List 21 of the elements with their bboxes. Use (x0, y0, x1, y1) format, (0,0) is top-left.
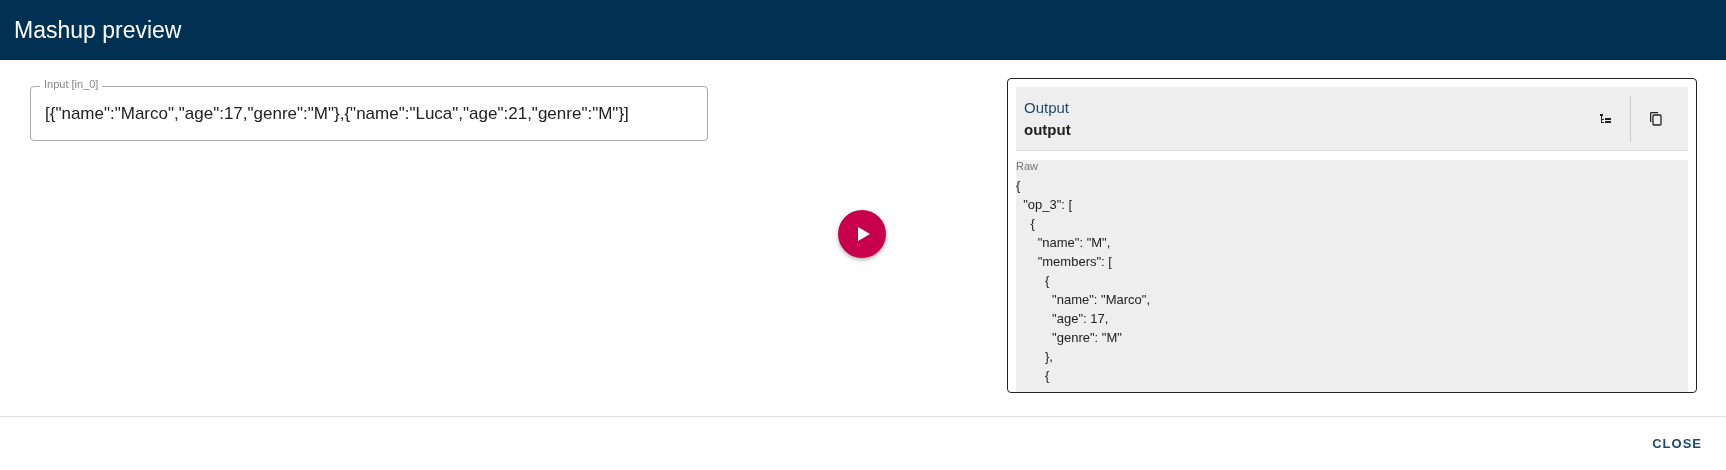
play-icon (856, 226, 871, 242)
code-line: "age": 17, (1051, 310, 1110, 328)
code-line: "name": "Marco", (1051, 291, 1152, 309)
close-button[interactable]: CLOSE (1644, 430, 1710, 457)
code-line: { (1029, 215, 1036, 233)
dialog-title: Mashup preview (14, 16, 182, 44)
output-name: output (1024, 121, 1072, 138)
code-line: }, (1043, 348, 1054, 366)
tree-icon (1600, 113, 1612, 124)
code-line: { (1043, 272, 1051, 290)
code-line: "name": "M", (1036, 234, 1112, 252)
code-line: "genre": "M" (1051, 329, 1123, 347)
output-heading: Output (1024, 99, 1071, 116)
code-line: { (1043, 367, 1051, 385)
run-button[interactable] (838, 210, 886, 258)
code-line: "op_3": [ (1022, 196, 1074, 214)
copy-icon (1649, 111, 1662, 126)
field-label: Input [in_0] (40, 78, 103, 90)
raw-label: Raw (1016, 160, 1039, 172)
code-line: { (1016, 177, 1022, 195)
code-line: "members": [ (1036, 253, 1113, 271)
